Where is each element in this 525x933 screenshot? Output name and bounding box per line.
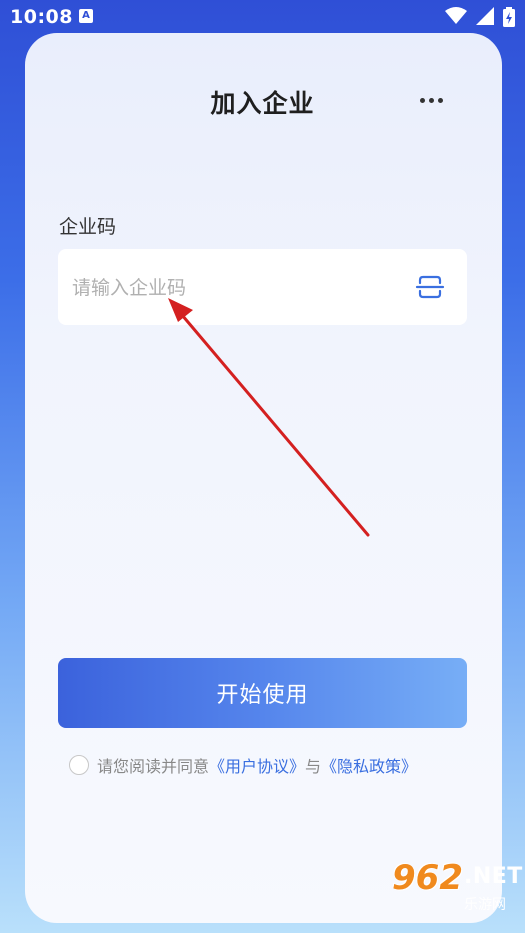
signal-icon [475, 7, 494, 25]
battery-charging-icon [503, 7, 515, 27]
scan-icon[interactable] [415, 274, 445, 300]
wifi-icon [444, 7, 467, 24]
watermark-net: .NET [464, 864, 523, 889]
more-button[interactable] [416, 88, 446, 112]
status-bar: 10:08 A [0, 0, 525, 34]
user-agreement-link[interactable]: 《用户协议》 [209, 753, 305, 777]
agree-checkbox[interactable] [69, 755, 89, 775]
enterprise-code-label: 企业码 [59, 216, 117, 238]
watermark-sub: 乐游网 [464, 897, 506, 913]
agreement-row: 请您阅读并同意 《用户协议》 与 《隐私政策》 [69, 752, 417, 778]
status-icons [442, 7, 515, 27]
agreement-prefix: 请您阅读并同意 [97, 757, 210, 776]
app-notification-icon: A [79, 9, 93, 23]
status-time: 10:08 [10, 6, 73, 28]
join-enterprise-card [25, 33, 502, 923]
enterprise-code-input[interactable] [70, 249, 404, 327]
page-title: 加入企业 [210, 89, 315, 118]
watermark-number: 962 [392, 858, 463, 898]
privacy-policy-link[interactable]: 《隐私政策》 [321, 753, 417, 777]
agreement-conjunction: 与 [305, 757, 322, 776]
start-using-button[interactable]: 开始使用 [58, 658, 467, 728]
watermark-logo: 962 .NET 乐游网 [388, 858, 523, 930]
enterprise-code-field [58, 249, 467, 327]
more-horizontal-icon [419, 97, 425, 103]
